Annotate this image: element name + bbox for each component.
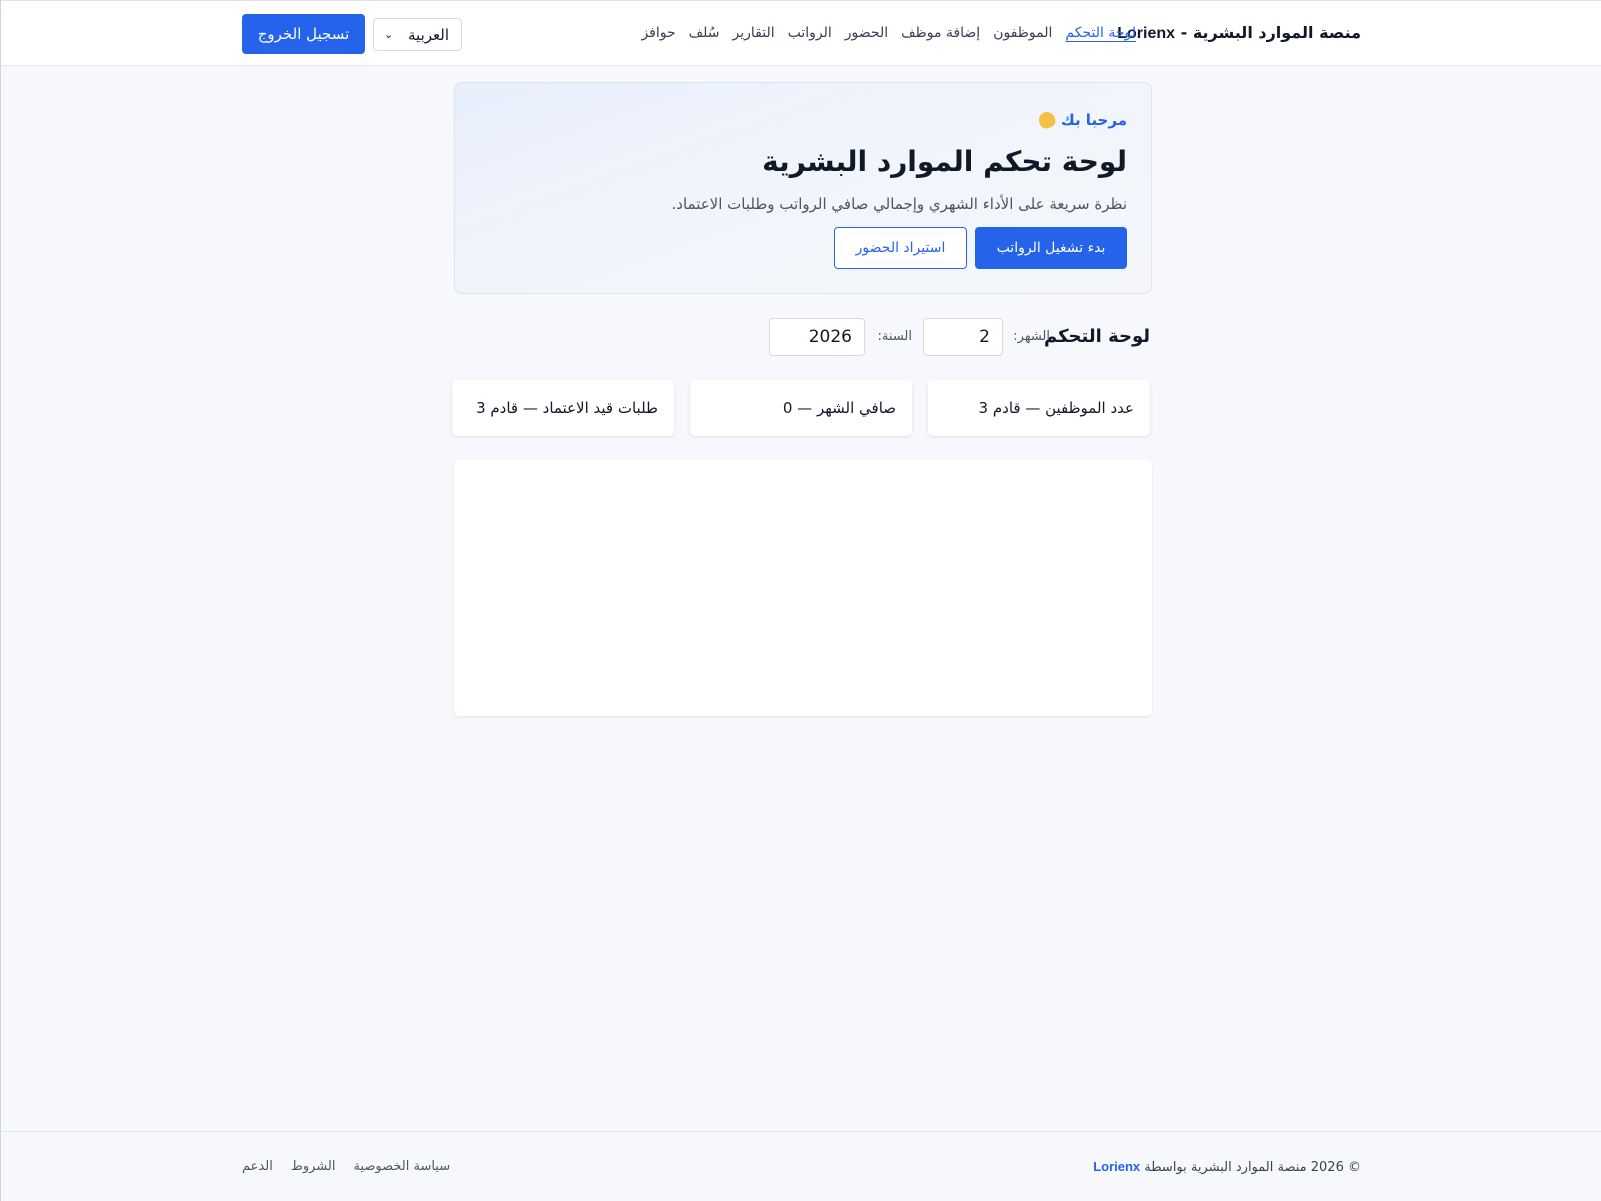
section-title: لوحة التحكم [1043, 326, 1150, 347]
nav-item-add-employee[interactable]: إضافة موظف [901, 25, 980, 41]
chevron-down-icon: ⌄ [384, 28, 394, 41]
import-attendance-button[interactable]: استيراد الحضور [834, 227, 967, 269]
app-brand[interactable]: منصة الموارد البشرية - Lorienx [1117, 23, 1361, 43]
month-input[interactable] [923, 318, 1003, 356]
copyright-text: © 2026 منصة الموارد البشرية بواسطة Lorie… [1093, 1159, 1361, 1175]
footer-brand-link[interactable]: Lorienx [1093, 1159, 1140, 1174]
top-navbar: منصة الموارد البشرية - Lorienx لوحة التح… [1, 0, 1601, 66]
language-select[interactable]: العربية ⌄ [373, 18, 462, 51]
footer-link-support[interactable]: الدعم [242, 1159, 273, 1174]
year-input[interactable] [769, 318, 865, 356]
stat-card-employees: عدد الموظفين — قادم 3 [928, 380, 1150, 436]
nav-item-dashboard[interactable]: لوحة التحكم [1065, 25, 1136, 41]
logout-button[interactable]: تسجيل الخروج [242, 14, 365, 54]
welcome-hero: مرحبا بك لوحة تحكم الموارد البشرية نظرة … [454, 82, 1152, 294]
welcome-text: مرحبا بك [1060, 111, 1127, 129]
nav-item-incentives[interactable]: حوافز [641, 25, 675, 41]
waving-hand-icon [1036, 109, 1058, 131]
footer-links: سياسة الخصوصية الشروط الدعم [242, 1159, 450, 1174]
nav-item-attendance[interactable]: الحضور [845, 25, 888, 41]
page-title: لوحة تحكم الموارد البشرية [762, 145, 1127, 178]
footer-link-privacy[interactable]: سياسة الخصوصية [353, 1159, 450, 1174]
language-select-value: العربية [408, 25, 449, 44]
stat-card-pending-approvals: طلبات قيد الاعتماد — قادم 3 [452, 380, 674, 436]
stat-card-net-month: صافي الشهر — 0 [690, 380, 912, 436]
nav-item-reports[interactable]: التقارير [733, 25, 775, 41]
content-panel [454, 460, 1152, 716]
footer-link-terms[interactable]: الشروط [291, 1159, 336, 1174]
month-label: الشهر: [1013, 329, 1050, 344]
run-payroll-button[interactable]: بدء تشغيل الرواتب [975, 227, 1127, 269]
welcome-label: مرحبا بك [1036, 109, 1127, 131]
copyright-prefix: © 2026 منصة الموارد البشرية بواسطة [1140, 1160, 1361, 1175]
nav-item-payroll[interactable]: الرواتب [788, 25, 832, 41]
brand-title: منصة الموارد البشرية - [1175, 23, 1361, 42]
page-subtitle: نظرة سريعة على الأداء الشهري وإجمالي صاف… [671, 195, 1127, 213]
page-footer: © 2026 منصة الموارد البشرية بواسطة Lorie… [1, 1131, 1601, 1201]
nav-item-advances[interactable]: سُلف [689, 25, 720, 41]
year-label: السنة: [877, 329, 912, 344]
main-nav: لوحة التحكم الموظفون إضافة موظف الحضور ا… [641, 25, 1136, 41]
nav-item-employees[interactable]: الموظفون [993, 25, 1052, 41]
